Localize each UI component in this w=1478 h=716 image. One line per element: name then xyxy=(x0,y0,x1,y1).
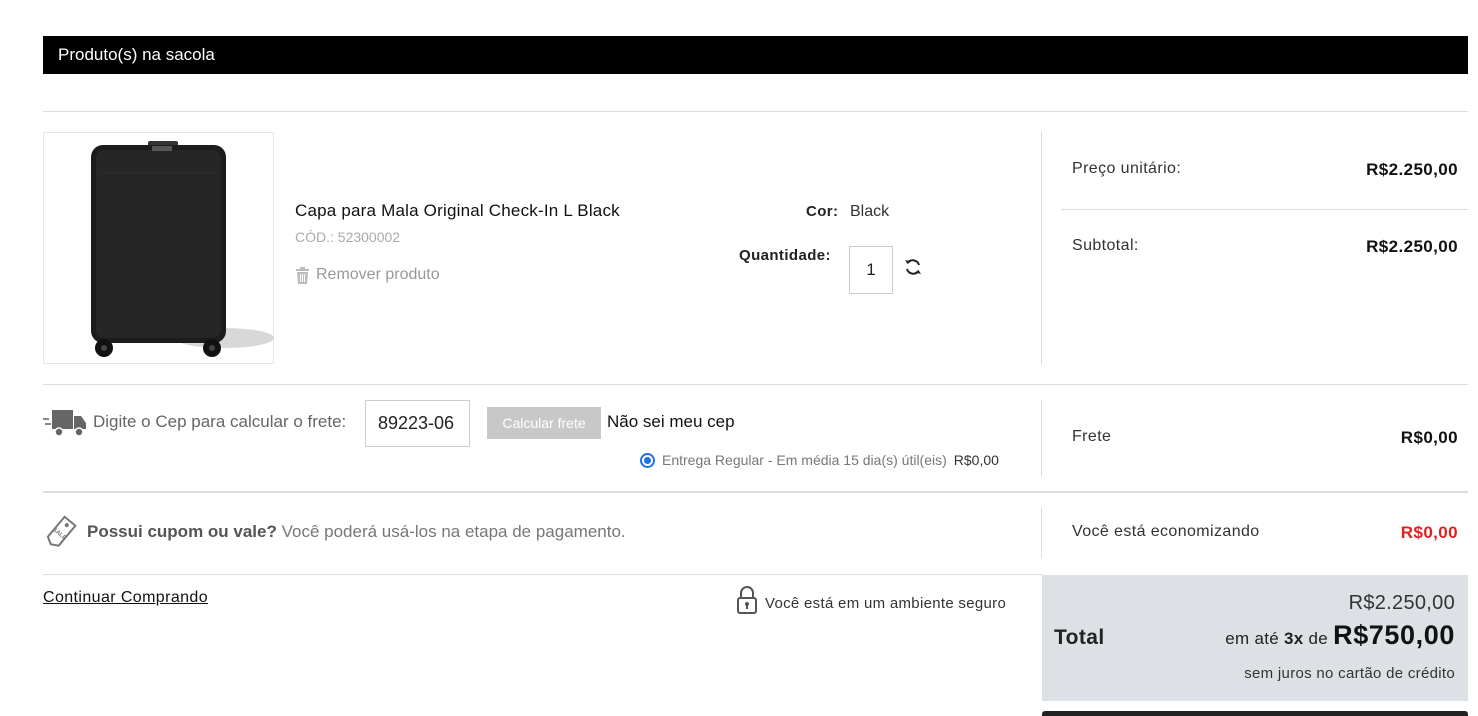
coupon-text: Você poderá usá-los na etapa de pagament… xyxy=(276,522,626,541)
subtotal-value: R$2.250,00 xyxy=(1366,237,1458,256)
color-label: Cor: xyxy=(806,203,839,220)
shipping-value: R$0,00 xyxy=(1400,428,1458,447)
divider xyxy=(1041,400,1042,476)
cep-label: Digite o Cep para calcular o frete: xyxy=(93,412,347,431)
saving-row: Você está economizando R$0,00 xyxy=(1072,523,1458,543)
subtotal-row: Subtotal: R$2.250,00 xyxy=(1072,237,1458,257)
unit-price-value: R$2.250,00 xyxy=(1366,160,1458,179)
unit-price-row: Preço unitário: R$2.250,00 xyxy=(1072,160,1458,180)
calculate-shipping-button[interactable]: Calcular frete xyxy=(487,407,601,439)
trash-icon xyxy=(296,266,309,284)
product-name[interactable]: Capa para Mala Original Check-In L Black xyxy=(295,201,620,221)
remove-product-button[interactable]: Remover produto xyxy=(295,266,440,284)
cart-header: Produto(s) na sacola xyxy=(43,36,1468,74)
refresh-icon[interactable] xyxy=(903,257,923,277)
subtotal-label: Subtotal: xyxy=(1072,237,1139,254)
product-code: CÓD.: 52300002 xyxy=(295,229,401,245)
saving-label: Você está economizando xyxy=(1072,523,1260,540)
continue-shopping-link[interactable]: Continuar Comprando xyxy=(43,589,208,607)
divider xyxy=(1041,132,1042,364)
shipping-option-price: R$0,00 xyxy=(953,452,999,468)
color-value: Black xyxy=(850,203,890,220)
svg-text:SALE: SALE xyxy=(51,527,67,542)
total-full-value: R$2.250,00 xyxy=(1348,592,1455,614)
cep-input[interactable]: 89223-06 xyxy=(365,400,470,447)
saving-value: R$0,00 xyxy=(1400,523,1458,542)
installment-prefix: em até xyxy=(1225,629,1285,648)
coupon-info: Possui cupom ou vale? Você poderá usá-lo… xyxy=(87,522,626,542)
shipping-row: Frete R$0,00 xyxy=(1072,428,1458,448)
lock-icon xyxy=(737,586,757,614)
shipping-option-label: Entrega Regular - Em média 15 dia(s) úti… xyxy=(662,452,947,468)
shipping-label: Frete xyxy=(1072,428,1112,445)
divider xyxy=(43,491,1468,493)
divider xyxy=(43,574,1043,575)
secure-environment-label: Você está em um ambiente seguro xyxy=(765,595,1007,612)
installment-note: sem juros no cartão de crédito xyxy=(1244,665,1455,682)
quantity-input[interactable]: 1 xyxy=(849,246,893,294)
unknown-cep-link[interactable]: Não sei meu cep xyxy=(607,412,735,432)
installment-value: R$750,00 xyxy=(1333,620,1455,650)
divider xyxy=(1061,209,1468,210)
shipping-option: Entrega Regular - Em média 15 dia(s) úti… xyxy=(640,452,999,468)
suitcase-image xyxy=(91,141,274,357)
product-image[interactable] xyxy=(43,132,274,364)
remove-product-label: Remover produto xyxy=(316,266,440,283)
truck-icon xyxy=(43,410,86,437)
total-label: Total xyxy=(1054,626,1105,649)
sale-tag-icon: SALE xyxy=(46,515,77,547)
divider xyxy=(1041,508,1042,558)
shipping-option-radio[interactable] xyxy=(640,452,655,468)
checkout-button-edge[interactable] xyxy=(1042,711,1468,716)
coupon-question: Possui cupom ou vale? xyxy=(87,522,277,541)
total-box: Total R$2.250,00 em até 3x de R$750,00 s… xyxy=(1042,575,1468,701)
installment-info: em até 3x de R$750,00 xyxy=(1225,620,1455,651)
installment-count: 3x xyxy=(1284,629,1304,648)
divider xyxy=(43,111,1468,112)
installment-mid: de xyxy=(1303,629,1334,648)
divider xyxy=(43,384,1468,385)
quantity-label: Quantidade: xyxy=(739,247,831,264)
unit-price-label: Preço unitário: xyxy=(1072,160,1182,177)
